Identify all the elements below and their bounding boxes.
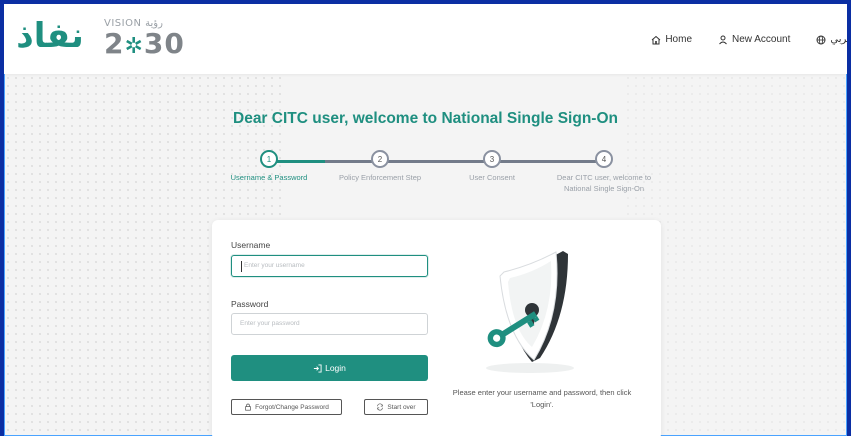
refresh-icon [377, 403, 384, 411]
step-4-circle: 4 [595, 150, 613, 168]
top-nav: Home New Account عربي [651, 34, 847, 45]
vision-2030-logo: VISION رؤية 2✲30 [104, 18, 194, 62]
nav-new-account[interactable]: New Account [718, 34, 790, 45]
sign-in-icon [313, 363, 322, 373]
nav-language-label: عربي [830, 34, 847, 45]
forgot-password-button[interactable]: Forgot/Change Password [231, 399, 342, 415]
login-button-label: Login [325, 363, 346, 373]
username-label: Username [231, 240, 271, 250]
step-1-circle: 1 [260, 150, 278, 168]
nafath-logo[interactable]: نفاذ [10, 14, 90, 58]
login-button[interactable]: Login [231, 355, 428, 381]
step-1-label: Username & Password [230, 173, 308, 182]
step-3: 3 User Consent [437, 150, 547, 184]
vision-year-right: 30 [143, 27, 185, 60]
password-input[interactable]: Enter your password [231, 313, 428, 335]
nav-home-label: Home [665, 34, 693, 45]
step-4: 4 Dear CITC user, welcome to National Si… [549, 150, 659, 195]
step-2-label: Policy Enforcement Step [338, 173, 422, 182]
vision-year-left: 2 [104, 27, 125, 60]
app-frame: نفاذ VISION رؤية 2✲30 Home New Account ع… [4, 4, 847, 436]
password-label: Password [231, 299, 269, 309]
start-over-button[interactable]: Start over [364, 399, 428, 415]
step-3-label: User Consent [469, 173, 515, 182]
home-icon [651, 35, 661, 44]
globe-icon [816, 35, 826, 44]
vision-flower-icon: ✲ [124, 34, 144, 59]
start-over-label: Start over [387, 403, 416, 411]
step-1: 1 Username & Password [214, 150, 324, 184]
step-4-label: Dear CITC user, welcome to National Sing… [556, 173, 652, 193]
vision-year: 2✲30 [104, 27, 194, 60]
top-header: نفاذ VISION رؤية 2✲30 Home New Account ع… [4, 4, 847, 74]
nav-language[interactable]: عربي [816, 34, 847, 45]
shield-key-illustration [486, 251, 574, 373]
step-2: 2 Policy Enforcement Step [325, 150, 435, 184]
help-text: Please enter your username and password,… [452, 388, 632, 409]
text-caret [241, 261, 242, 272]
login-card: Username Enter your username Password En… [212, 220, 661, 436]
nav-home[interactable]: Home [651, 34, 692, 45]
step-3-circle: 3 [483, 150, 501, 168]
user-icon [719, 35, 727, 44]
lock-icon [245, 403, 251, 411]
step-2-circle: 2 [371, 150, 389, 168]
username-input[interactable]: Enter your username [231, 255, 428, 277]
progress-stepper: 1 Username & Password 2 Policy Enforceme… [219, 150, 651, 200]
username-placeholder: Enter your username [244, 262, 305, 269]
forgot-password-label: Forgot/Change Password [255, 403, 329, 411]
page-title: Dear CITC user, welcome to National Sing… [233, 110, 618, 127]
nav-new-account-label: New Account [732, 34, 791, 45]
password-placeholder: Enter your password [240, 320, 300, 327]
